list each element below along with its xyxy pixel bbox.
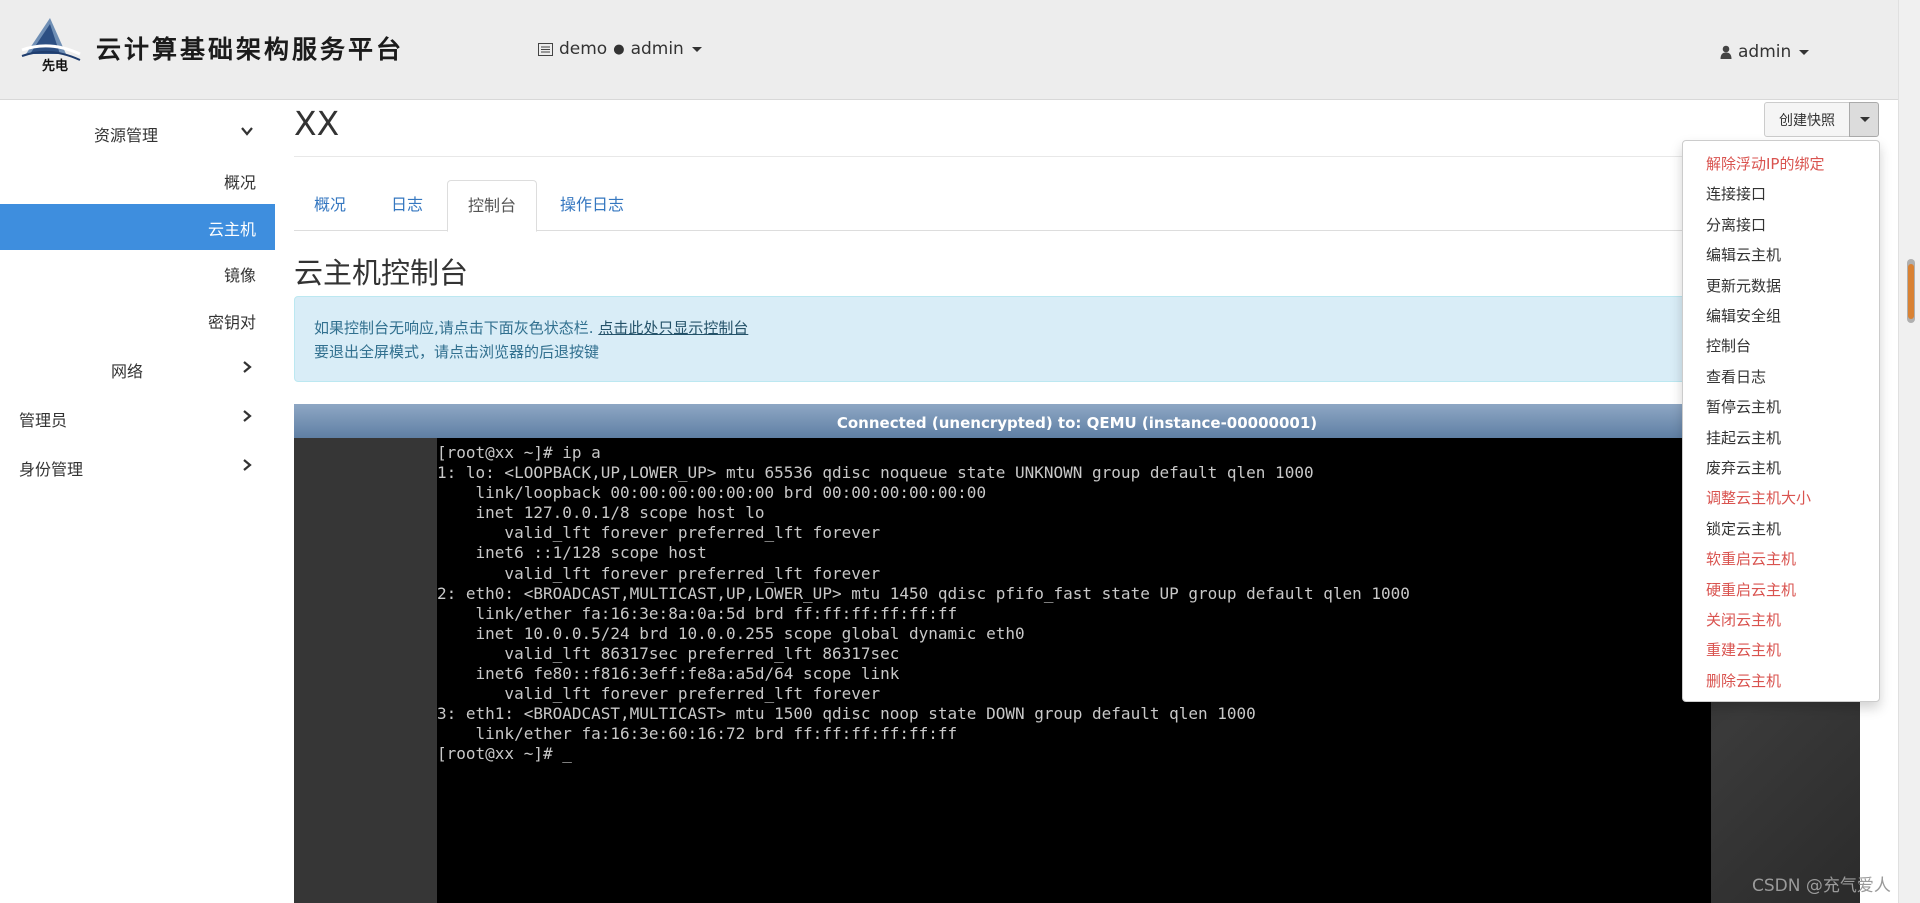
sidebar-item-images[interactable]: 镜像 bbox=[0, 250, 275, 296]
dropdown-item[interactable]: 更新元数据 bbox=[1706, 275, 1781, 296]
console-line: [root@xx ~]# _ bbox=[437, 744, 572, 764]
dropdown-item[interactable]: 解除浮动IP的绑定 bbox=[1706, 153, 1824, 174]
project-user: admin bbox=[630, 39, 684, 59]
logo-text: 先电 bbox=[42, 58, 68, 72]
dropdown-item[interactable]: 废弃云主机 bbox=[1706, 457, 1781, 478]
tab-log[interactable]: 日志 bbox=[371, 180, 443, 230]
console-line: inet 10.0.0.5/24 brd 10.0.0.255 scope gl… bbox=[475, 623, 1025, 643]
sidebar-group-label: 网络 bbox=[111, 362, 144, 381]
dropdown-item[interactable]: 连接接口 bbox=[1706, 183, 1766, 204]
sidebar-group-resource-management[interactable]: 资源管理 bbox=[0, 110, 275, 156]
console-line: valid_lft forever preferred_lft forever bbox=[504, 563, 881, 583]
dropdown-item[interactable]: 暂停云主机 bbox=[1706, 396, 1781, 417]
create-snapshot-button[interactable]: 创建快照 bbox=[1764, 102, 1850, 137]
dropdown-item[interactable]: 关闭云主机 bbox=[1706, 609, 1781, 630]
alert-line-1: 如果控制台无响应,请点击下面灰色状态栏. 点击此处只显示控制台 bbox=[314, 317, 748, 338]
sidebar-group-label: 身份管理 bbox=[19, 460, 84, 479]
actions-dropdown-toggle[interactable] bbox=[1849, 102, 1879, 137]
chevron-right-icon bbox=[243, 459, 252, 471]
sidebar-group-identity[interactable]: 身份管理 bbox=[0, 444, 275, 490]
dropdown-item[interactable]: 挂起云主机 bbox=[1706, 427, 1781, 448]
list-icon bbox=[538, 42, 553, 56]
page-title: XX bbox=[294, 104, 340, 143]
tab-overview[interactable]: 概况 bbox=[294, 180, 366, 230]
console-line: link/ether fa:16:3e:60:16:72 brd ff:ff:f… bbox=[475, 724, 958, 744]
console-line: link/loopback 00:00:00:00:00:00 brd 00:0… bbox=[475, 483, 987, 503]
dropdown-item[interactable]: 控制台 bbox=[1706, 335, 1751, 356]
console-line: 2: eth0: <BROADCAST,MULTICAST,UP,LOWER_U… bbox=[437, 583, 1410, 603]
divider bbox=[294, 156, 1878, 157]
brand-logo[interactable]: 先电 bbox=[20, 14, 84, 72]
sidebar-item-keypairs[interactable]: 密钥对 bbox=[0, 297, 275, 343]
brand-title: 云计算基础架构服务平台 bbox=[96, 35, 405, 64]
dropdown-item[interactable]: 分离接口 bbox=[1706, 214, 1766, 235]
sidebar-item-overview[interactable]: 概况 bbox=[0, 157, 275, 203]
sidebar-item-label: 镜像 bbox=[223, 266, 256, 285]
info-alert: 如果控制台无响应,请点击下面灰色状态栏. 点击此处只显示控制台 要退出全屏模式，… bbox=[294, 296, 1878, 382]
console-line: inet6 ::1/128 scope host bbox=[475, 543, 707, 563]
dropdown-item[interactable]: 调整云主机大小 bbox=[1706, 487, 1811, 508]
sidebar-group-network[interactable]: 网络 bbox=[0, 346, 275, 392]
dropdown-item[interactable]: 锁定云主机 bbox=[1706, 518, 1781, 539]
scrollbar-highlight bbox=[1908, 264, 1914, 319]
alert-line-2: 要退出全屏模式，请点击浏览器的后退按键 bbox=[314, 343, 600, 361]
sidebar-item-instances[interactable]: 云主机 bbox=[0, 204, 275, 250]
sidebar-group-label: 资源管理 bbox=[94, 126, 159, 145]
top-navbar: 先电 云计算基础架构服务平台 demo ● admin admin bbox=[0, 0, 1898, 100]
console-only-link[interactable]: 点击此处只显示控制台 bbox=[598, 319, 748, 337]
sidebar-item-label: 概况 bbox=[223, 173, 256, 192]
sidebar-group-label: 管理员 bbox=[19, 411, 68, 430]
section-title: 云主机控制台 bbox=[294, 256, 469, 290]
page-scrollbar[interactable] bbox=[1898, 0, 1920, 903]
console-line: valid_lft 86317sec preferred_lft 86317se… bbox=[504, 643, 900, 663]
watermark: CSDN @充气爱人 bbox=[1752, 876, 1891, 896]
actions-dropdown-menu: 解除浮动IP的绑定 连接接口分离接口编辑云主机更新元数据编辑安全组控制台查看日志暂… bbox=[1682, 140, 1880, 702]
caret-down-icon bbox=[691, 46, 702, 52]
project-selector[interactable]: demo ● admin bbox=[538, 39, 702, 59]
dropdown-item[interactable]: 硬重启云主机 bbox=[1706, 579, 1796, 600]
user-menu-label: admin bbox=[1738, 42, 1792, 62]
user-menu[interactable]: admin bbox=[1720, 42, 1810, 62]
console-screen[interactable]: [root@xx ~]# ip a 1: lo: <LOOPBACK,UP,LO… bbox=[437, 438, 1711, 903]
sidebar-group-admin[interactable]: 管理员 bbox=[0, 395, 275, 441]
vnc-console[interactable]: Connected (unencrypted) to: QEMU (instan… bbox=[294, 404, 1860, 903]
tab-action-log[interactable]: 操作日志 bbox=[540, 180, 644, 230]
console-line: [root@xx ~]# ip a bbox=[437, 443, 601, 462]
console-line: inet 127.0.0.1/8 scope host lo bbox=[475, 503, 765, 523]
console-line: 1: lo: <LOOPBACK,UP,LOWER_UP> mtu 65536 … bbox=[437, 463, 1314, 483]
console-output: [root@xx ~]# ip a 1: lo: <LOOPBACK,UP,LO… bbox=[437, 443, 1410, 765]
console-line: 3: eth1: <BROADCAST,MULTICAST> mtu 1500 … bbox=[437, 704, 1256, 724]
sidebar-item-label: 密钥对 bbox=[207, 313, 256, 332]
chevron-right-icon bbox=[243, 410, 252, 422]
dropdown-item[interactable]: 重建云主机 bbox=[1706, 639, 1781, 660]
console-status-bar[interactable]: Connected (unencrypted) to: QEMU (instan… bbox=[294, 404, 1860, 438]
sidebar-item-label: 云主机 bbox=[207, 220, 256, 239]
console-line: valid_lft forever preferred_lft forever bbox=[504, 523, 881, 543]
console-line: link/ether fa:16:3e:8a:0a:5d brd ff:ff:f… bbox=[475, 603, 958, 623]
dropdown-item[interactable]: 查看日志 bbox=[1706, 366, 1766, 387]
dropdown-item[interactable]: 编辑安全组 bbox=[1706, 305, 1781, 326]
caret-down-icon bbox=[1860, 117, 1870, 122]
project-name: demo bbox=[559, 39, 608, 59]
console-line: inet6 fe80::f816:3eff:fe8a:a5d/64 scope … bbox=[475, 664, 900, 684]
dropdown-item[interactable]: 编辑云主机 bbox=[1706, 244, 1781, 265]
separator-dot: ● bbox=[613, 41, 625, 57]
instance-tabs: 概况 日志 控制台 操作日志 bbox=[294, 180, 1878, 232]
user-icon bbox=[1720, 45, 1732, 59]
chevron-right-icon bbox=[243, 361, 252, 373]
dropdown-item[interactable]: 软重启云主机 bbox=[1706, 548, 1796, 569]
alert-text: 如果控制台无响应,请点击下面灰色状态栏. bbox=[314, 319, 599, 337]
console-left-margin bbox=[294, 438, 437, 903]
console-line: valid_lft forever preferred_lft forever bbox=[504, 684, 881, 704]
tab-console[interactable]: 控制台 bbox=[447, 180, 538, 232]
dropdown-item[interactable]: 删除云主机 bbox=[1706, 670, 1781, 691]
caret-down-icon bbox=[1799, 49, 1810, 55]
sidebar: 资源管理 概况 云主机 镜像 密钥对 网络 管理员 身份管理 bbox=[0, 100, 275, 903]
chevron-down-icon bbox=[241, 127, 253, 136]
